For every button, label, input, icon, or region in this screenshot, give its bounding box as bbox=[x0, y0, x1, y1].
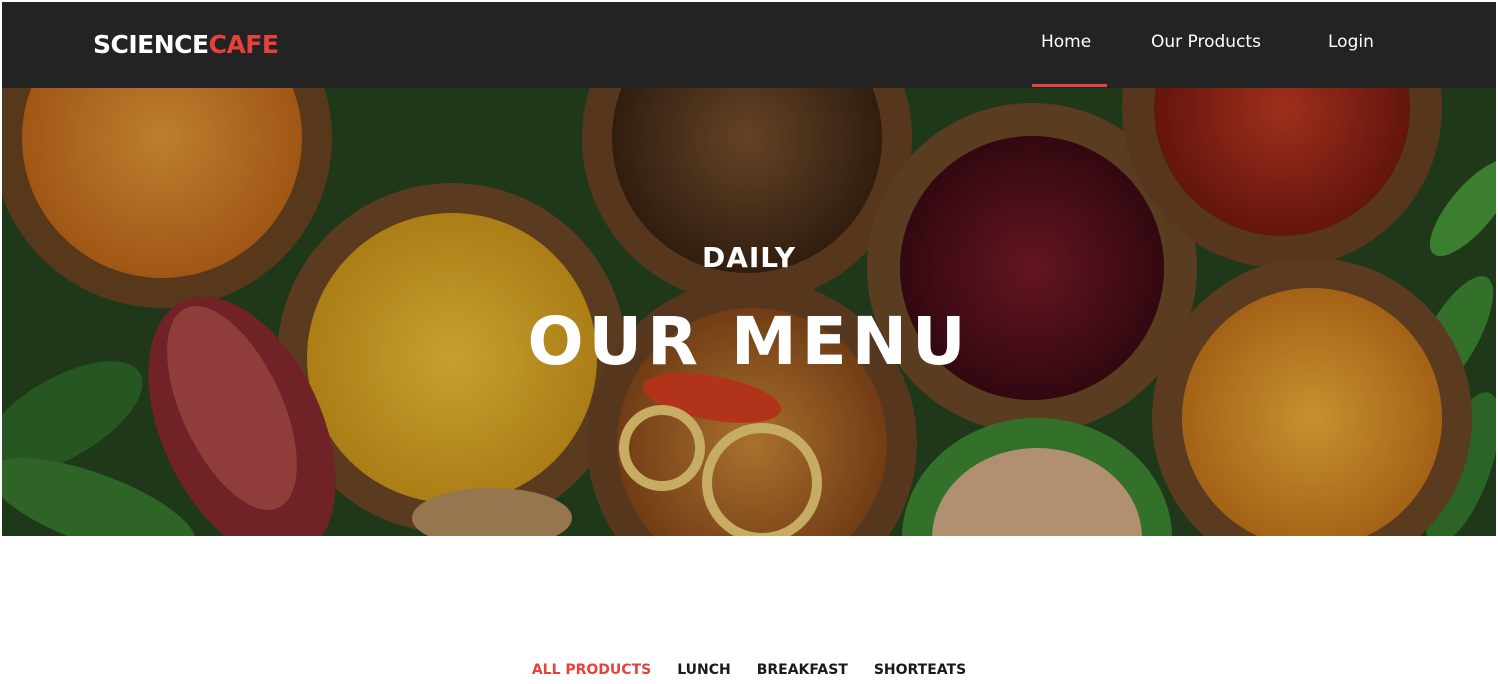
product-filter-tabs: ALL PRODUCTS LUNCH BREAKFAST SHORTEATS bbox=[0, 660, 1498, 682]
filter-tab-shorteats[interactable]: SHORTEATS bbox=[874, 660, 966, 680]
brand-logo-part2: CAFE bbox=[208, 30, 279, 59]
nav-link-our-products[interactable]: Our Products bbox=[1151, 30, 1261, 56]
filter-tab-breakfast[interactable]: BREAKFAST bbox=[757, 660, 848, 680]
hero-title: OUR MENU bbox=[527, 303, 971, 380]
active-nav-indicator bbox=[1032, 84, 1107, 87]
filter-tab-all-products[interactable]: ALL PRODUCTS bbox=[532, 660, 651, 680]
nav-link-home[interactable]: Home bbox=[1041, 30, 1091, 56]
brand-logo-part1: SCIENCE bbox=[93, 30, 209, 59]
filter-tab-lunch[interactable]: LUNCH bbox=[677, 660, 731, 680]
brand-logo[interactable]: SCIENCECAFE bbox=[93, 30, 279, 60]
nav-link-login[interactable]: Login bbox=[1328, 30, 1374, 56]
hero-banner: DAILY OUR MENU bbox=[2, 88, 1496, 536]
hero-kicker: DAILY bbox=[701, 241, 797, 274]
top-navbar: SCIENCECAFE Home Our Products Login bbox=[2, 2, 1496, 88]
